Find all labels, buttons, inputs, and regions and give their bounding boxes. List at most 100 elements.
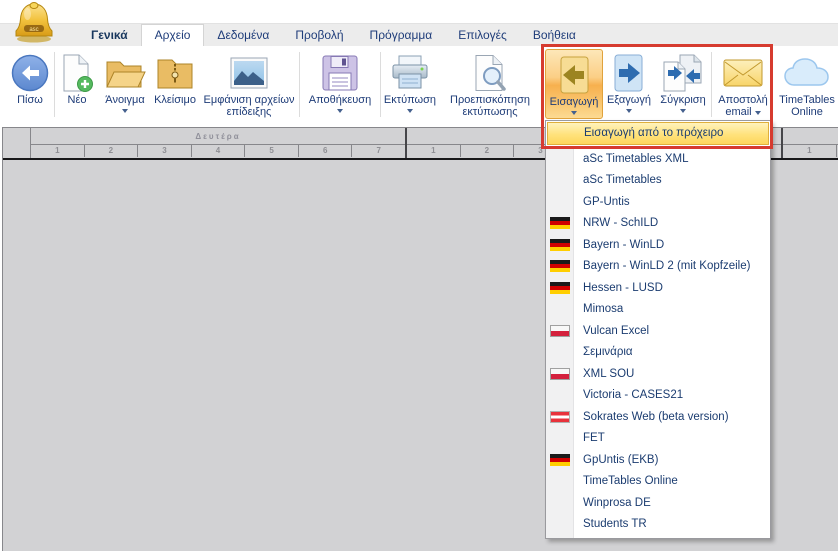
tab-file[interactable]: Αρχείο — [141, 24, 205, 46]
menu-item[interactable]: aSc Timetables XML — [546, 148, 770, 170]
germany-flag-icon — [550, 239, 570, 251]
period-header-cell: 1 — [31, 145, 85, 157]
dropdown-arrow-icon — [571, 111, 577, 115]
import-menu: Εισαγωγή από το πρόχειρο aSc Timetables … — [545, 120, 771, 539]
menu-item[interactable]: NRW - SchILD — [546, 213, 770, 235]
tab-general[interactable]: Γενικά — [78, 24, 141, 46]
import-menu-items: aSc Timetables XML aSc Timetables GP-Untis… — [546, 148, 770, 535]
floppy-disk-icon — [321, 52, 359, 94]
dropdown-arrow-icon — [337, 109, 343, 113]
back-label: Πίσω — [17, 94, 43, 106]
germany-flag-icon — [550, 217, 570, 229]
show-demo-files-button[interactable]: Εμφάνιση αρχείων επίδειξης — [199, 46, 299, 127]
menu-item[interactable]: Mimosa — [546, 299, 770, 321]
timetables-online-button[interactable]: TimeTables Online — [778, 46, 836, 127]
day-label: Δευτέρα — [31, 128, 405, 145]
export-button[interactable]: Εξαγωγή — [603, 46, 655, 127]
poland-flag-icon — [550, 325, 570, 337]
dropdown-arrow-icon — [755, 111, 761, 115]
new-label: Νέο — [68, 94, 87, 106]
dropdown-arrow-icon — [680, 109, 686, 113]
day-band-1: Δευτέρα1234567 — [31, 128, 407, 158]
import-label: Εισαγωγή — [550, 96, 599, 108]
menu-item[interactable]: Winprosa DE — [546, 492, 770, 514]
menu-item[interactable]: Sokrates Web (beta version) — [546, 406, 770, 428]
menu-item[interactable]: GpUntis (EKB) — [546, 449, 770, 471]
menu-item[interactable]: Students TR — [546, 514, 770, 536]
menu-item-label: GP-Untis — [546, 196, 630, 208]
germany-flag-icon — [550, 454, 570, 466]
tab-data[interactable]: Δεδομένα — [204, 24, 282, 46]
menu-item[interactable]: XML SOU — [546, 363, 770, 385]
close-label: Κλείσιμο — [154, 94, 196, 106]
print-button[interactable]: Εκτύπωση — [381, 46, 439, 127]
period-header-cell: 1 — [783, 145, 837, 157]
new-document-icon — [59, 52, 95, 94]
menu-item-label: aSc Timetables — [546, 174, 662, 186]
period-header-cell: 7 — [352, 145, 405, 157]
period-header-cell: 5 — [245, 145, 299, 157]
send-email-label2: email — [725, 106, 751, 118]
menu-item[interactable]: Hessen - LUSD — [546, 277, 770, 299]
period-header-cell: 3 — [138, 145, 192, 157]
timetables-online-label2: Online — [791, 106, 823, 118]
menu-item[interactable]: GP-Untis — [546, 191, 770, 213]
tab-bar: ΓενικάΑρχείοΔεδομέναΠροβολήΠρόγραμμαΕπιλ… — [0, 23, 838, 46]
new-button[interactable]: Νέο — [55, 46, 99, 127]
cloud-icon — [784, 52, 830, 94]
poland-flag-icon — [550, 368, 570, 380]
day-band-3: 1234567 — [783, 128, 838, 158]
tab-schedule[interactable]: Πρόγραμμα — [357, 24, 446, 46]
menu-item[interactable]: Bayern - WinLD 2 (mit Kopfzeile) — [546, 256, 770, 278]
open-button[interactable]: Άνοιγμα — [99, 46, 151, 127]
print-preview-label2: εκτύπωσης — [463, 106, 518, 118]
import-arrow-icon — [556, 54, 592, 96]
ribbon-toolbar: Πίσω Νέο Άνοιγμα — [0, 46, 838, 127]
show-demo-files-label2: επίδειξης — [227, 106, 272, 118]
timetables-online-label: TimeTables — [779, 94, 835, 106]
page-magnifier-icon — [472, 52, 508, 94]
period-header-cell: 2 — [85, 145, 139, 157]
compare-button[interactable]: Σύγκριση — [655, 46, 711, 127]
menu-item-label: Sokrates Web (beta version) — [546, 411, 729, 423]
save-label: Αποθήκευση — [309, 94, 371, 106]
show-demo-files-label: Εμφάνιση αρχείων — [204, 94, 295, 106]
menu-item-label: Bayern - WinLD 2 (mit Kopfzeile) — [546, 260, 750, 272]
import-button[interactable]: Εισαγωγή — [545, 49, 603, 119]
menu-item[interactable]: Victoria - CASES21 — [546, 385, 770, 407]
menu-item[interactable]: aSc Timetables — [546, 170, 770, 192]
menu-item[interactable]: Σεμινάρια — [546, 342, 770, 364]
app-logo-bell-icon[interactable]: asc — [12, 1, 56, 48]
menu-item[interactable]: Vulcan Excel — [546, 320, 770, 342]
print-preview-button[interactable]: Προεπισκόπηση εκτύπωσης — [439, 46, 541, 127]
period-header-cell: 4 — [192, 145, 246, 157]
tab-options[interactable]: Επιλογές — [445, 24, 520, 46]
tab-view[interactable]: Προβολή — [282, 24, 356, 46]
menu-item-import-from-clipboard[interactable]: Εισαγωγή από το πρόχειρο — [547, 122, 769, 145]
close-button[interactable]: Κλείσιμο — [151, 46, 199, 127]
grid-corner-cell — [3, 128, 31, 158]
svg-text:asc: asc — [29, 27, 38, 33]
export-arrow-icon — [611, 52, 647, 94]
back-button[interactable]: Πίσω — [6, 46, 54, 127]
app-window: asc ΓενικάΑρχείοΔεδομέναΠροβολήΠρόγραμμα… — [0, 0, 838, 551]
menu-item[interactable]: FET — [546, 428, 770, 450]
save-button[interactable]: Αποθήκευση — [300, 46, 380, 127]
print-label: Εκτύπωση — [384, 94, 436, 106]
send-email-label: Αποστολή — [718, 94, 767, 106]
menu-item[interactable]: Bayern - WinLD — [546, 234, 770, 256]
send-email-button[interactable]: Αποστολή email — [712, 46, 774, 127]
menu-item-label: Σεμινάρια — [546, 346, 633, 358]
menu-item[interactable]: TimeTables Online — [546, 471, 770, 493]
printer-icon — [391, 52, 429, 94]
tab-help[interactable]: Βοήθεια — [520, 24, 589, 46]
picture-icon — [230, 52, 268, 94]
period-header-cell: 6 — [299, 145, 353, 157]
menu-item-label: Victoria - CASES21 — [546, 389, 683, 401]
menu-item-label: Students TR — [546, 518, 647, 530]
menu-item-label: aSc Timetables XML — [546, 153, 688, 165]
tab-strip: ΓενικάΑρχείοΔεδομέναΠροβολήΠρόγραμμαΕπιλ… — [78, 24, 838, 46]
open-folder-icon — [104, 52, 146, 94]
austria-flag-icon — [550, 411, 570, 423]
zip-folder-icon — [155, 52, 195, 94]
